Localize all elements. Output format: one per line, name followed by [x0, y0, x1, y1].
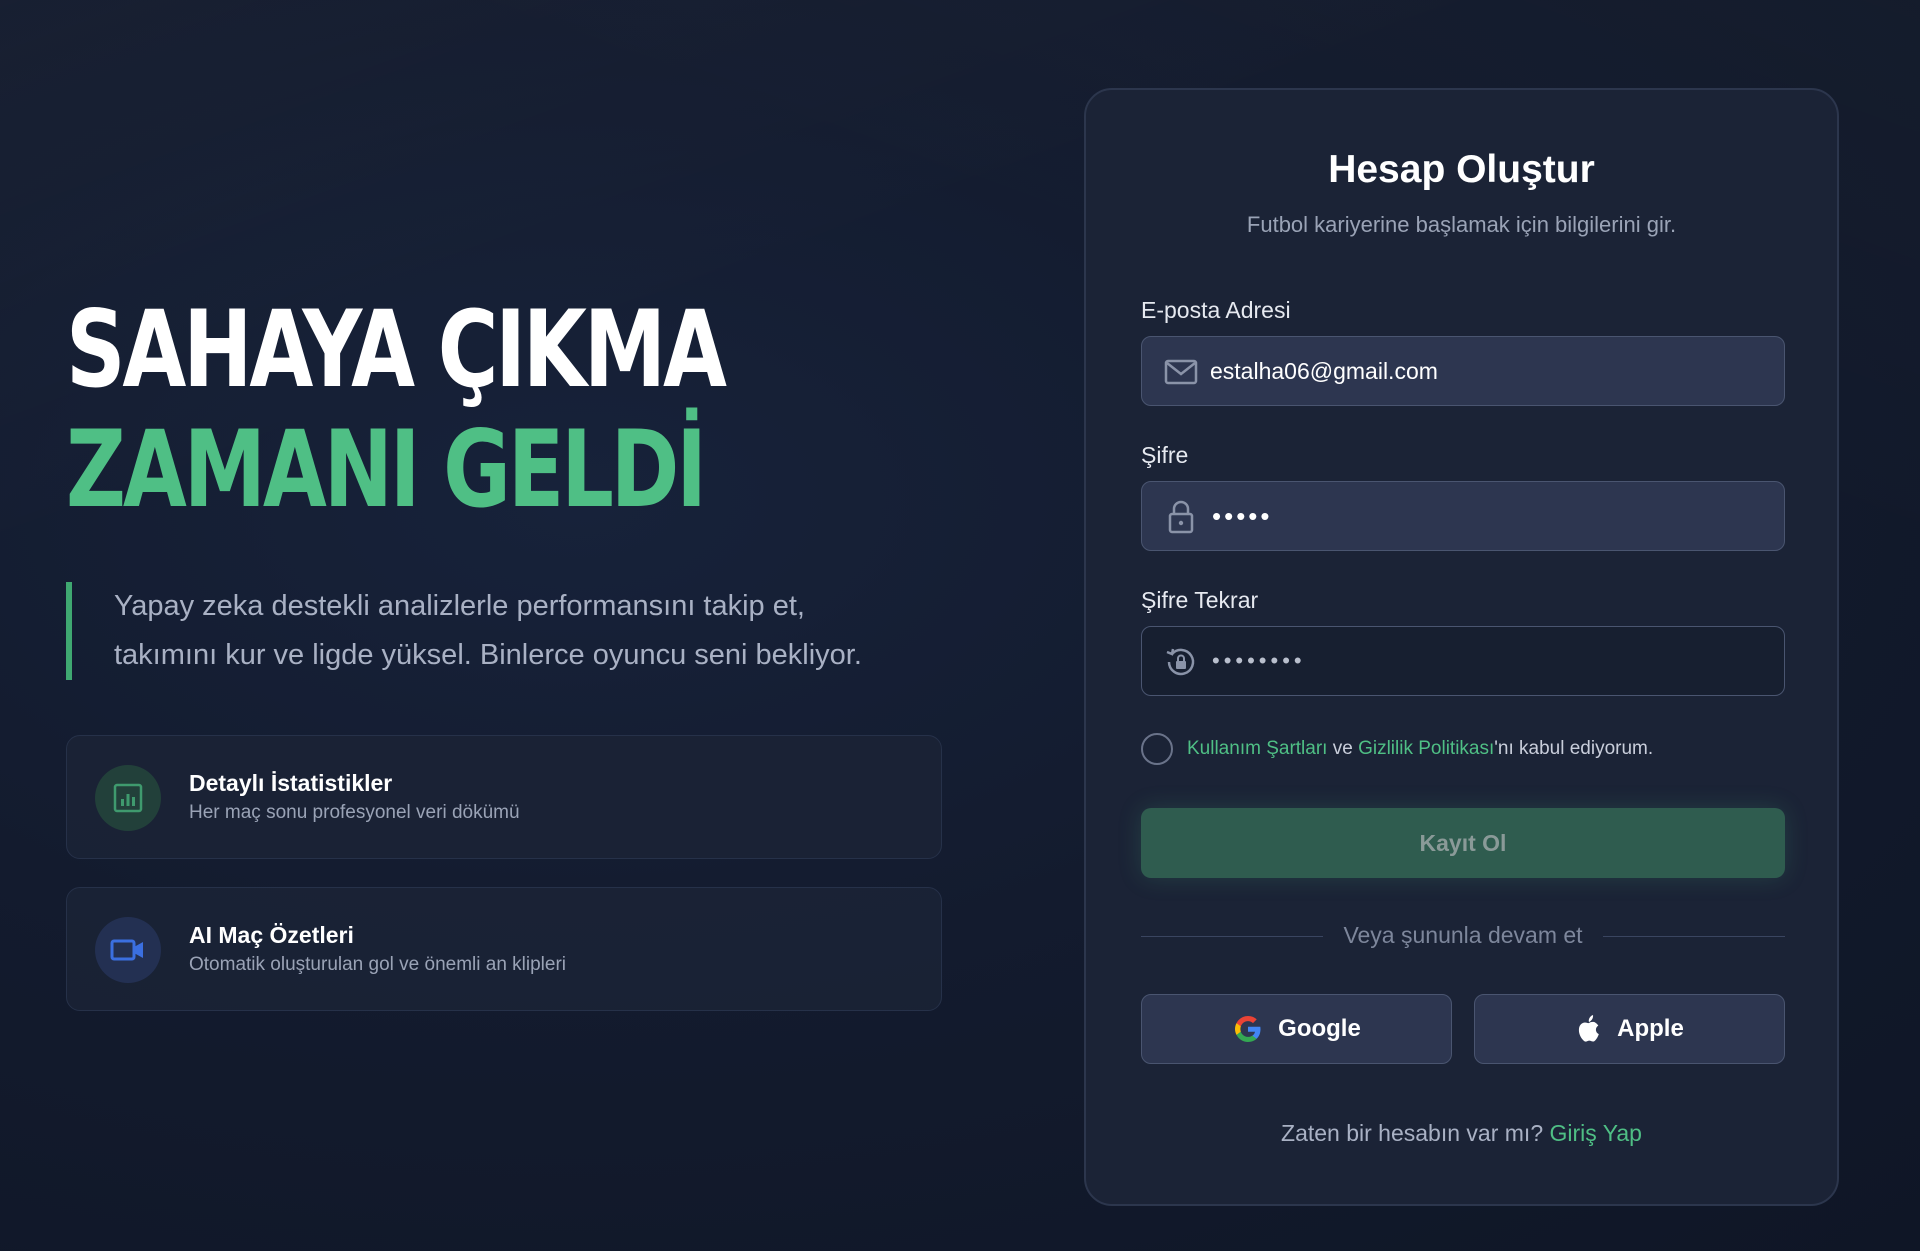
hero-title-line1: SAHAYA ÇIKMA	[66, 288, 727, 411]
privacy-policy-link[interactable]: Gizlilik Politikası	[1358, 738, 1494, 759]
envelope-icon	[1164, 357, 1198, 387]
feature-card-statistics: Detaylı İstatistikler Her maç sonu profe…	[66, 735, 942, 859]
password-repeat-input[interactable]: ••••••••	[1212, 648, 1306, 674]
feature-description: Her maç sonu profesyonel veri dökümü	[189, 802, 520, 823]
terms-text: Kullanım Şartları ve Gizlilik Politikası…	[1187, 738, 1653, 760]
signup-button[interactable]: Kayıt Ol	[1141, 808, 1785, 878]
terms-of-use-link[interactable]: Kullanım Şartları	[1187, 738, 1327, 759]
email-input[interactable]	[1210, 337, 1770, 405]
divider: Veya şununla devam et	[1141, 922, 1785, 952]
chart-icon	[95, 765, 161, 831]
feature-card-ai-summaries: AI Maç Özetleri Otomatik oluşturulan gol…	[66, 887, 942, 1011]
google-label: Google	[1278, 1015, 1361, 1042]
terms-row: Kullanım Şartları ve Gizlilik Politikası…	[1141, 732, 1653, 766]
terms-and-text: ve	[1327, 738, 1359, 759]
divider-line-right	[1603, 936, 1785, 937]
password-repeat-label: Şifre Tekrar	[1141, 587, 1259, 613]
feature-description: Otomatik oluşturulan gol ve önemli an kl…	[189, 954, 567, 975]
email-label: E-posta Adresi	[1141, 297, 1291, 323]
google-button[interactable]: Google	[1141, 994, 1452, 1064]
terms-accept-text: 'nı kabul ediyorum.	[1494, 738, 1654, 759]
password-input[interactable]: •••••	[1212, 501, 1273, 532]
apple-icon	[1579, 1015, 1599, 1042]
password-repeat-field[interactable]: ••••••••	[1141, 626, 1785, 696]
form-title: Hesap Oluştur	[1328, 148, 1595, 191]
signin-link[interactable]: Giriş Yap	[1550, 1120, 1642, 1146]
hero-tagline: Yapay zeka destekli analizlerle performa…	[66, 582, 966, 680]
apple-label: Apple	[1617, 1015, 1684, 1042]
terms-checkbox[interactable]	[1141, 733, 1173, 765]
apple-button[interactable]: Apple	[1474, 994, 1785, 1064]
form-subtitle: Futbol kariyerine başlamak için bilgiler…	[1246, 212, 1677, 237]
password-label: Şifre	[1141, 442, 1189, 468]
video-camera-icon	[95, 917, 161, 983]
password-field[interactable]: •••••	[1141, 481, 1785, 551]
have-account-text: Zaten bir hesabın var mı?	[1281, 1120, 1544, 1146]
feature-title: AI Maç Özetleri	[189, 922, 354, 948]
signup-card: Hesap Oluştur Futbol kariyerine başlamak…	[1084, 88, 1839, 1206]
tagline-line1: Yapay zeka destekli analizlerle performa…	[114, 590, 805, 622]
email-field[interactable]	[1141, 336, 1785, 406]
feature-title: Detaylı İstatistikler	[189, 770, 393, 796]
signin-row: Zaten bir hesabın var mı? Giriş Yap	[1086, 1120, 1837, 1147]
tagline-line2: takımını kur ve ligde yüksel. Binlerce o…	[114, 639, 862, 671]
hero-title-line2: ZAMANI GELDİ	[66, 408, 707, 531]
lock-icon	[1164, 500, 1198, 534]
lock-reset-icon	[1164, 647, 1198, 677]
hero-title: SAHAYA ÇIKMA ZAMANI GELDİ	[66, 288, 727, 531]
google-icon	[1235, 1016, 1261, 1042]
